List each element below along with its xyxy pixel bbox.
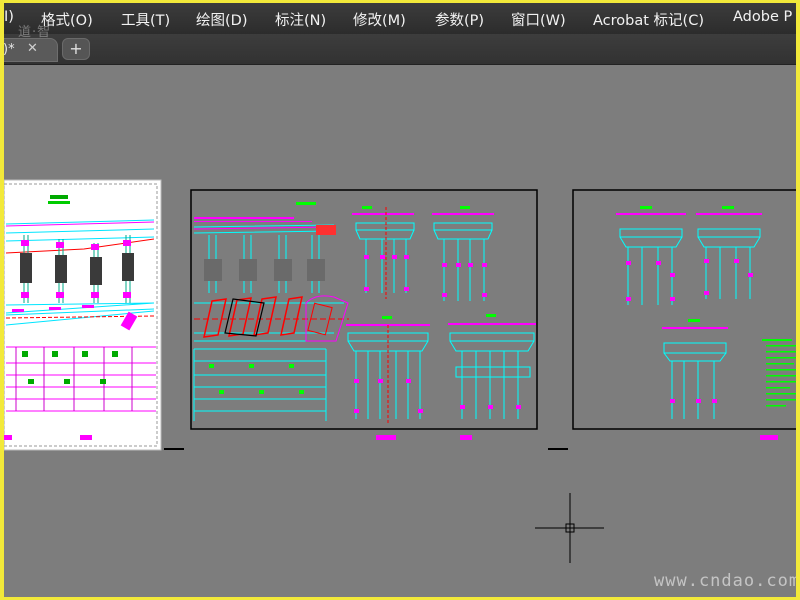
pier-section-a bbox=[352, 206, 415, 299]
menu-bar: I) 格式(O) 工具(T) 绘图(D) 标注(N) 修改(M) 参数(P) 窗… bbox=[4, 3, 796, 34]
close-icon[interactable]: ✕ bbox=[27, 41, 38, 56]
menu-item-view[interactable]: I) bbox=[4, 9, 14, 25]
menu-item-adobe[interactable]: Adobe P bbox=[733, 9, 792, 25]
drawing-canvas[interactable] bbox=[4, 65, 796, 597]
document-tab-title: )* bbox=[4, 42, 15, 57]
pier-section-c bbox=[346, 316, 430, 423]
pier-section-f bbox=[696, 206, 762, 299]
notes-block bbox=[762, 339, 796, 407]
menu-item-window[interactable]: 窗口(W) bbox=[511, 9, 566, 30]
sheet-3 bbox=[548, 189, 796, 450]
document-tab-bar: )* ✕ + bbox=[4, 34, 796, 65]
menu-item-acrobat[interactable]: Acrobat 标记(C) bbox=[593, 9, 704, 30]
pier-section-b bbox=[432, 206, 494, 301]
sheet-2 bbox=[164, 189, 538, 450]
menu-item-tools[interactable]: 工具(T) bbox=[121, 9, 170, 30]
new-tab-button[interactable]: + bbox=[62, 38, 90, 60]
watermark-logo: 道·智 bbox=[18, 25, 52, 40]
watermark: www.cndao.com bbox=[654, 571, 796, 591]
document-tab[interactable]: )* ✕ bbox=[4, 38, 58, 62]
pier-section-d bbox=[448, 314, 536, 419]
crosshair-cursor bbox=[535, 493, 604, 563]
pier-section-g bbox=[662, 319, 728, 419]
menu-item-draw[interactable]: 绘图(D) bbox=[196, 9, 247, 30]
sheet-1-paper bbox=[4, 179, 162, 451]
menu-item-dimension[interactable]: 标注(N) bbox=[275, 9, 326, 30]
menu-item-modify[interactable]: 修改(M) bbox=[353, 9, 406, 30]
pier-section-e bbox=[616, 206, 686, 305]
autocad-window: I) 格式(O) 工具(T) 绘图(D) 标注(N) 修改(M) 参数(P) 窗… bbox=[4, 3, 796, 597]
menu-item-parametric[interactable]: 参数(P) bbox=[435, 9, 484, 30]
